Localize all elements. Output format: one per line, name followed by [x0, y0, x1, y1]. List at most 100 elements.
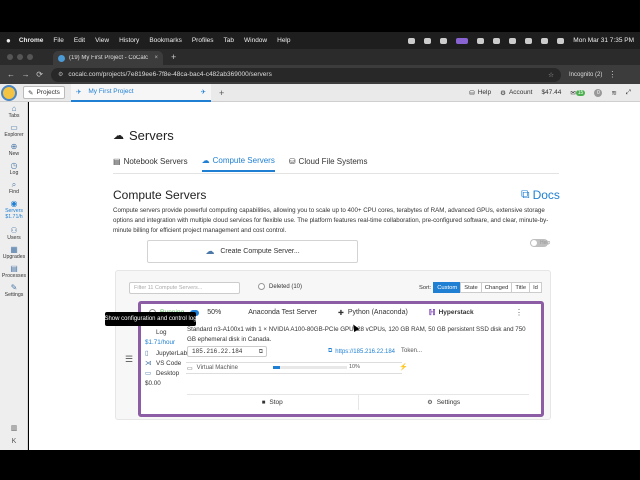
sort-state[interactable]: State	[460, 282, 482, 293]
open-project-button[interactable]: +	[219, 88, 224, 98]
ip-address-field[interactable]: 185.216.22.184 ⧉	[187, 346, 267, 357]
compute-server-card[interactable]: Running 50% Anaconda Test Server ✚ Pytho…	[138, 301, 544, 417]
status-icon[interactable]	[440, 37, 448, 44]
account-button[interactable]: ⚙ Account	[500, 89, 532, 97]
deleted-checkbox[interactable]	[258, 283, 265, 290]
create-compute-server-button[interactable]: ☁ Create Compute Server...	[147, 240, 358, 263]
sort-id[interactable]: Id	[529, 282, 542, 293]
wifi-status[interactable]: ≋	[611, 89, 616, 97]
menu-bookmarks[interactable]: Bookmarks	[149, 37, 182, 44]
vscode-link[interactable]: ⋊ VS Code	[145, 359, 187, 369]
docs-label: Docs	[532, 187, 560, 202]
sidebar-item-label: Settings	[4, 292, 24, 298]
sidebar-item-new[interactable]: ⊕ New	[0, 142, 28, 157]
close-project-icon[interactable]: ✈	[200, 88, 205, 96]
filter-input[interactable]: Filter 11 Compute Servers...	[129, 282, 240, 294]
balance-display[interactable]: $47.44	[541, 89, 561, 96]
log-link[interactable]: Log	[145, 328, 187, 338]
close-window-button[interactable]	[7, 54, 13, 60]
nav-buttons: ← → ⟳	[7, 70, 43, 79]
divider	[113, 173, 559, 174]
sidebar-item-settings[interactable]: ✎ Settings	[0, 283, 28, 298]
menu-help[interactable]: Help	[277, 37, 290, 44]
forward-button[interactable]: →	[22, 70, 30, 79]
menu-file[interactable]: File	[53, 37, 63, 44]
server-menu-icon[interactable]: ⋮	[515, 308, 523, 317]
search-icon[interactable]	[541, 37, 549, 44]
users-icon: ⚇	[10, 226, 18, 235]
reload-button[interactable]: ⟳	[36, 70, 43, 79]
status-icon[interactable]	[424, 37, 432, 44]
address-bar[interactable]: ⚙ cocalc.com/projects/7e819ee6-7f8e-48ca…	[51, 67, 561, 82]
apple-icon[interactable]: ●	[6, 36, 11, 45]
wifi-icon[interactable]	[525, 37, 533, 44]
sidebar-item-explorer[interactable]: ▭ Explorer	[0, 123, 28, 138]
zoom-window-button[interactable]	[27, 54, 33, 60]
sort-custom[interactable]: Custom	[433, 282, 462, 293]
menu-tab[interactable]: Tab	[224, 37, 234, 44]
help-toggle[interactable]: Help	[530, 239, 550, 247]
projects-button[interactable]: ✎ Projects	[23, 86, 65, 99]
menu-edit[interactable]: Edit	[74, 37, 85, 44]
bookmark-star-icon[interactable]: ☆	[548, 71, 554, 79]
servers-icon: ◉	[10, 199, 18, 208]
status-icon[interactable]	[408, 37, 416, 44]
menu-view[interactable]: View	[95, 37, 109, 44]
sidebar-collapse-button[interactable]: K	[0, 438, 28, 445]
sidebar-item-users[interactable]: ⚇ Users	[0, 226, 28, 241]
incognito-indicator[interactable]: Incognito (2)	[569, 72, 602, 78]
menu-app-name[interactable]: Chrome	[19, 37, 44, 44]
new-tab-button[interactable]: +	[171, 52, 176, 62]
menu-history[interactable]: History	[119, 37, 139, 44]
tab-cloud-file-systems[interactable]: ⛁ Cloud File Systems	[289, 156, 368, 172]
settings-label: Settings	[436, 399, 461, 406]
settings-button[interactable]: ⚙ Settings	[357, 395, 530, 410]
tab-compute-servers[interactable]: ☁ Compute Servers	[201, 156, 275, 172]
browser-tab-strip: (19) My First Project - CoCalc × +	[0, 49, 640, 65]
back-button[interactable]: ←	[7, 70, 15, 79]
drag-handle-icon[interactable]: ☰	[125, 354, 133, 365]
sidebar-item-tabs[interactable]: ⌂ Tabs	[0, 104, 28, 119]
sort-title[interactable]: Title	[511, 282, 531, 293]
help-button[interactable]: ⛁ Help	[469, 89, 491, 97]
menubar-clock[interactable]: Mon Mar 31 7:35 PM	[573, 37, 634, 44]
deleted-toggle[interactable]: Deleted (10)	[258, 283, 302, 290]
sidebar-item-processes[interactable]: ▤ Processes	[0, 264, 28, 279]
battery-icon[interactable]	[509, 37, 517, 44]
tab-notebook-servers[interactable]: ▤ Notebook Servers	[113, 156, 188, 172]
minimize-window-button[interactable]	[17, 54, 23, 60]
menu-window[interactable]: Window	[244, 37, 267, 44]
project-tab[interactable]: ✈ My First Project ✈	[70, 83, 211, 102]
token-link[interactable]: Token...	[401, 348, 422, 354]
stop-button[interactable]: ■ Stop	[187, 395, 358, 410]
layout-icon[interactable]: ▥	[0, 424, 28, 432]
desktop-link[interactable]: ▭ Desktop	[145, 369, 187, 379]
screen-record-icon[interactable]	[456, 37, 469, 44]
sidebar-item-find[interactable]: ⌕ Find	[0, 180, 28, 195]
menu-profiles[interactable]: Profiles	[192, 37, 214, 44]
sidebar-item-servers[interactable]: ◉ Servers $1.71/h	[0, 199, 28, 220]
status-icon[interactable]	[477, 37, 485, 44]
server-title[interactable]: Anaconda Test Server	[248, 309, 317, 316]
status-icon[interactable]	[493, 37, 501, 44]
sort-changed[interactable]: Changed	[480, 282, 513, 293]
browser-tab[interactable]: (19) My First Project - CoCalc ×	[53, 51, 163, 65]
copy-icon[interactable]: ⧉	[259, 348, 263, 356]
close-tab-icon[interactable]: ×	[154, 55, 158, 61]
control-center-icon[interactable]	[557, 37, 565, 44]
url-text[interactable]: cocalc.com/projects/7e819ee6-7f8e-48ca-b…	[68, 71, 548, 78]
site-info-icon[interactable]: ⚙	[58, 71, 63, 78]
sidebar-item-upgrades[interactable]: ▦ Upgrades	[0, 245, 28, 260]
fullscreen-button[interactable]: ⤢	[626, 89, 631, 97]
jupyterlab-link[interactable]: ▯ JupyterLab	[145, 349, 187, 359]
browser-menu-icon[interactable]: ⋮	[608, 70, 616, 79]
cocalc-logo[interactable]	[1, 84, 17, 101]
notifications-button[interactable]: ✉ 15	[570, 89, 586, 97]
external-link-icon: ⧉	[328, 348, 333, 354]
sidebar-item-log[interactable]: ◷ Log	[0, 161, 28, 176]
docs-link[interactable]: ⧉ Docs	[521, 187, 560, 202]
server-image[interactable]: ✚ Python (Anaconda)	[338, 309, 408, 317]
connection-status[interactable]: 0	[594, 88, 603, 97]
cloud-icon: ☁	[201, 156, 210, 165]
ip-link[interactable]: ⧉ https://185.216.22.184	[328, 348, 395, 355]
